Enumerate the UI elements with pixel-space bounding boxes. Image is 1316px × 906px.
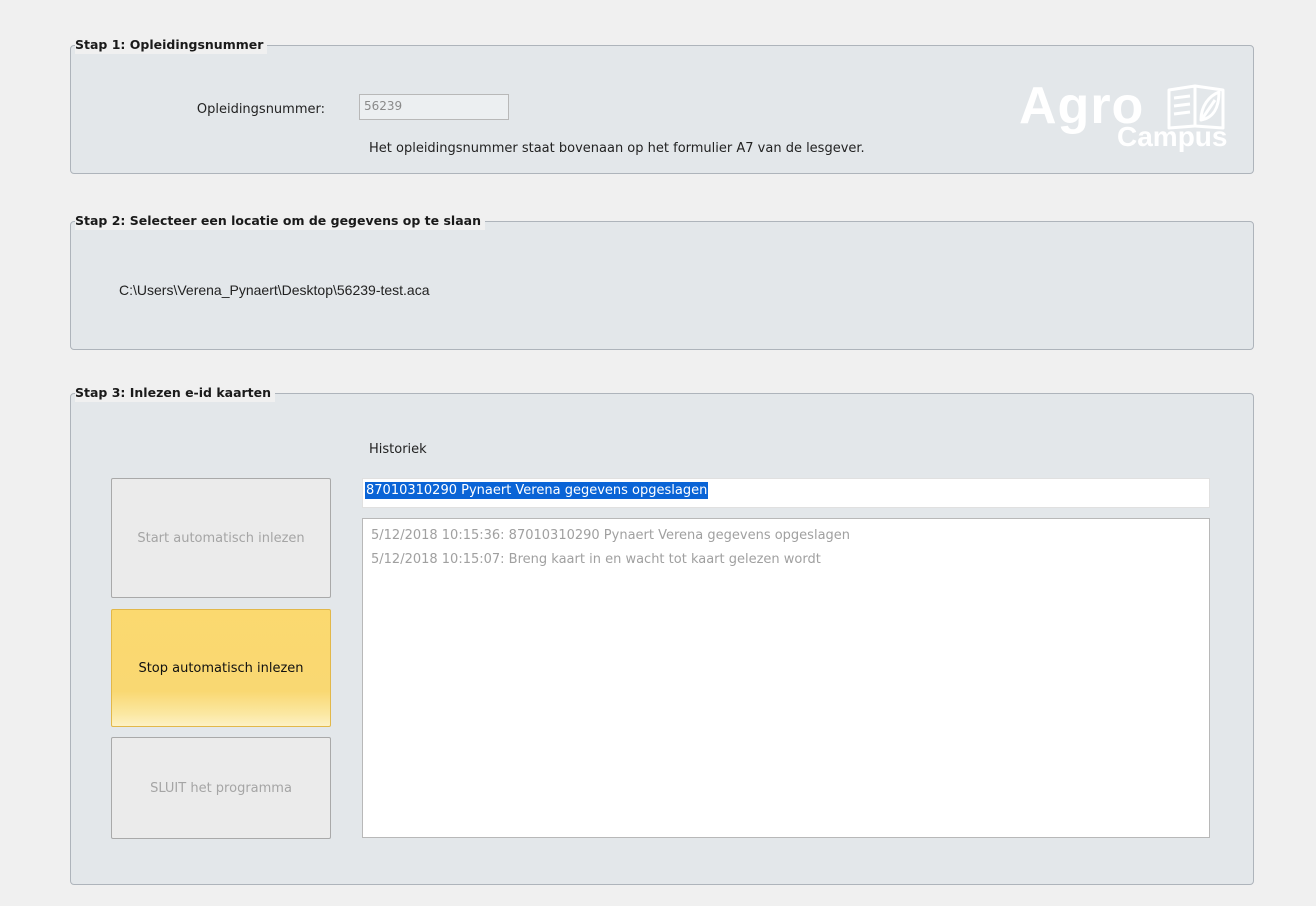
list-item[interactable]: 5/12/2018 10:15:36: 87010310290 Pynaert … — [371, 524, 1201, 548]
opleidingsnummer-hint: Het opleidingsnummer staat bovenaan op h… — [369, 141, 865, 156]
stop-reading-button[interactable]: Stop automatisch inlezen — [111, 609, 331, 727]
app-window: Stap 1: Opleidingsnummer Opleidingsnumme… — [8, 8, 1308, 898]
history-list[interactable]: 5/12/2018 10:15:36: 87010310290 Pynaert … — [362, 518, 1210, 838]
current-entry-field[interactable]: 87010310290 Pynaert Verena gegevens opge… — [362, 478, 1210, 508]
opleidingsnummer-label: Opleidingsnummer: — [196, 102, 325, 117]
save-location-path[interactable]: C:\Users\Verena_Pynaert\Desktop\56239-te… — [119, 282, 430, 298]
step1-title: Stap 1: Opleidingsnummer — [75, 36, 268, 54]
step3-group: Stap 3: Inlezen e-id kaarten Historiek 8… — [70, 384, 1254, 885]
current-entry-text: 87010310290 Pynaert Verena gegevens opge… — [365, 482, 709, 499]
close-program-button[interactable]: SLUIT het programma — [111, 737, 331, 839]
start-reading-button[interactable]: Start automatisch inlezen — [111, 478, 331, 598]
list-item[interactable]: 5/12/2018 10:15:07: Breng kaart in en wa… — [371, 548, 1201, 572]
logo-campus-text: Campus — [1117, 121, 1228, 152]
step3-title: Stap 3: Inlezen e-id kaarten — [75, 384, 276, 402]
opleidingsnummer-input[interactable]: 56239 — [359, 94, 509, 120]
step1-group: Stap 1: Opleidingsnummer Opleidingsnumme… — [70, 36, 1254, 174]
step2-title: Stap 2: Selecteer een locatie om de gege… — [75, 212, 485, 230]
historiek-label: Historiek — [369, 442, 427, 457]
step2-group: Stap 2: Selecteer een locatie om de gege… — [70, 212, 1254, 350]
agrocampus-logo: Agro Campus — [1015, 76, 1235, 160]
